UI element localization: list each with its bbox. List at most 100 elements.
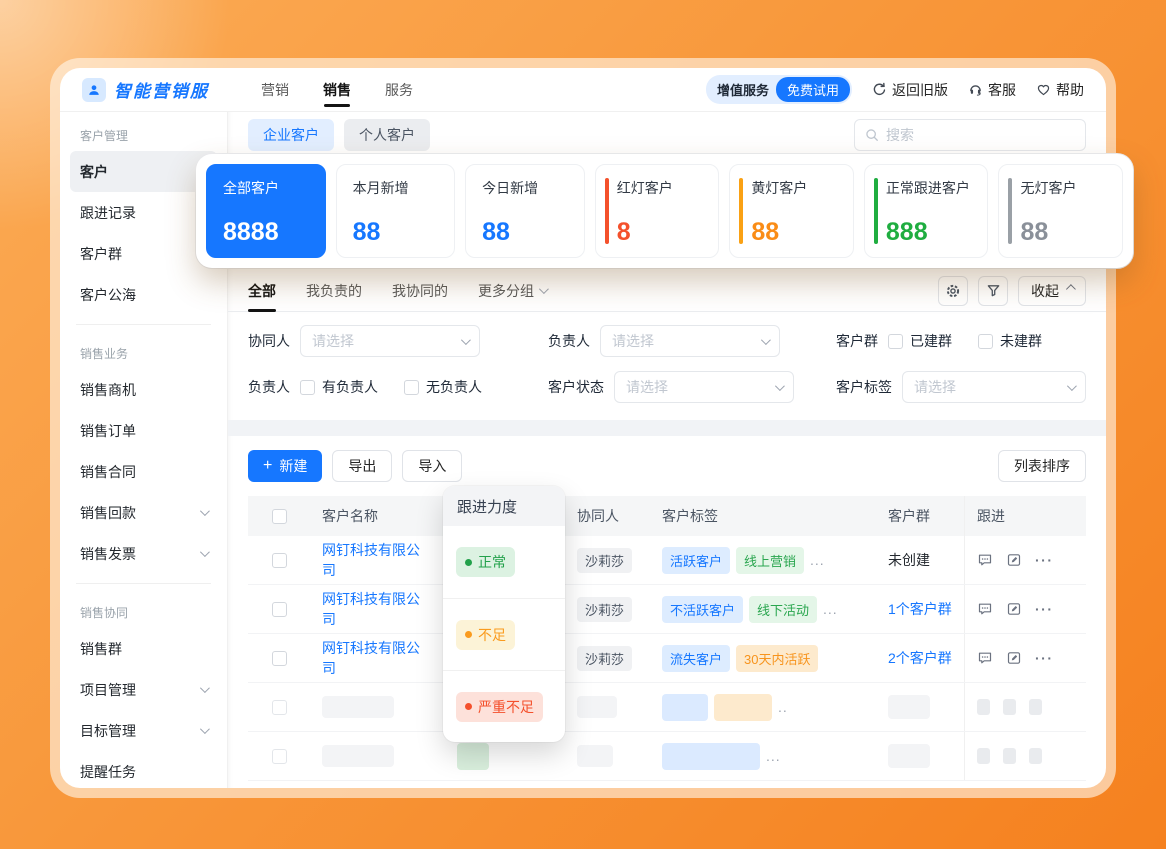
import-button[interactable]: 导入 — [402, 450, 462, 482]
group-link[interactable]: 2个客户群 — [888, 648, 952, 668]
group-tab-my-collab[interactable]: 我协同的 — [392, 270, 448, 312]
row-checkbox[interactable] — [272, 651, 287, 666]
sidebar-item-sales-contracts[interactable]: 销售合同 — [70, 451, 217, 492]
back-to-old-label: 返回旧版 — [892, 80, 948, 100]
owner-check-filter-label: 负责人 — [248, 377, 290, 397]
group-tab-all[interactable]: 全部 — [248, 270, 276, 312]
sidebar-item-customer-groups[interactable]: 客户群 — [70, 233, 217, 274]
row-checkbox[interactable] — [272, 700, 287, 715]
value-added-service-pill[interactable]: 增值服务 免费试用 — [706, 75, 852, 104]
skeleton-block — [662, 743, 760, 770]
row-checkbox[interactable] — [272, 553, 287, 568]
sidebar-item-sales-orders[interactable]: 销售订单 — [70, 410, 217, 451]
stat-card-new-today[interactable]: 今日新增 88 — [465, 164, 585, 258]
settings-button[interactable] — [938, 276, 968, 306]
row-checkbox[interactable] — [272, 602, 287, 617]
list-sort-button[interactable]: 列表排序 — [998, 450, 1086, 482]
sidebar-item-project-mgmt[interactable]: 项目管理 — [70, 669, 217, 710]
comment-icon[interactable] — [977, 552, 993, 568]
sidebar-item-goal-mgmt[interactable]: 目标管理 — [70, 710, 217, 751]
topbar: 智能营销服 营销 销售 服务 增值服务 免费试用 返回旧版 客服 帮助 — [60, 68, 1106, 112]
skeleton-icon — [977, 748, 990, 764]
sidebar-item-customer-pool[interactable]: 客户公海 — [70, 274, 217, 315]
filter-button[interactable] — [978, 276, 1008, 306]
tab-personal-customers[interactable]: 个人客户 — [344, 119, 430, 151]
customer-name-link[interactable]: 网钉科技有限公司 — [322, 638, 433, 678]
stat-card-normal-followup[interactable]: 正常跟进客户 888 — [864, 164, 989, 258]
chevron-down-icon — [200, 506, 210, 516]
back-to-old-version-button[interactable]: 返回旧版 — [872, 80, 948, 100]
group-link[interactable]: 1个客户群 — [888, 599, 952, 619]
nav-marketing[interactable]: 营销 — [261, 68, 289, 112]
collapse-button[interactable]: 收起 — [1018, 276, 1086, 306]
effort-option-severely-insufficient[interactable]: 严重不足 — [443, 670, 565, 742]
stat-card-new-this-month[interactable]: 本月新增 88 — [336, 164, 456, 258]
user-avatar-icon — [82, 78, 106, 102]
edit-note-icon[interactable] — [1006, 601, 1022, 617]
sidebar-item-sales-invoices[interactable]: 销售发票 — [70, 533, 217, 574]
tab-enterprise-customers[interactable]: 企业客户 — [248, 119, 334, 151]
stat-card-yellow-light[interactable]: 黄灯客户 88 — [729, 164, 854, 258]
chevron-down-icon — [775, 381, 785, 391]
customer-name-link[interactable]: 网钉科技有限公司 — [322, 589, 433, 629]
customer-service-button[interactable]: 客服 — [968, 80, 1016, 100]
sidebar-item-followup-records[interactable]: 跟进记录 — [70, 192, 217, 233]
row-more-button[interactable]: ··· — [1035, 601, 1054, 617]
nav-service[interactable]: 服务 — [385, 68, 413, 112]
comment-icon[interactable] — [977, 650, 993, 666]
tag-select[interactable]: 请选择 — [902, 371, 1086, 403]
row-checkbox[interactable] — [272, 749, 287, 764]
table-row-skeleton: ... — [248, 732, 1086, 781]
search-box[interactable] — [854, 119, 1086, 151]
app-logo: 智能营销服 — [82, 77, 209, 102]
topbar-actions: 增值服务 免费试用 返回旧版 客服 帮助 — [706, 75, 1084, 104]
sidebar-item-sales-payments[interactable]: 销售回款 — [70, 492, 217, 533]
checkbox-has-owner[interactable]: 有负责人 — [300, 377, 378, 397]
customer-tag: 不活跃客户 — [662, 596, 743, 623]
stat-card-no-light[interactable]: 无灯客户 88 — [998, 164, 1123, 258]
create-button[interactable]: + 新建 — [248, 450, 322, 482]
sidebar-item-customers[interactable]: 客户 — [70, 151, 217, 192]
skeleton-block — [888, 695, 930, 719]
edit-note-icon[interactable] — [1006, 650, 1022, 666]
sidebar-item-sales-group[interactable]: 销售群 — [70, 628, 217, 669]
checkbox-group-not-created[interactable]: 未建群 — [978, 331, 1042, 351]
customer-service-label: 客服 — [988, 80, 1016, 100]
owner-select[interactable]: 请选择 — [600, 325, 780, 357]
select-all-checkbox[interactable] — [272, 509, 287, 524]
skeleton-icon — [1003, 748, 1016, 764]
checkbox-group-created[interactable]: 已建群 — [888, 331, 952, 351]
row-more-button[interactable]: ··· — [1035, 552, 1054, 568]
skeleton-block — [888, 744, 930, 768]
sidebar-section-sales-business: 销售业务 — [60, 334, 227, 369]
effort-option-normal[interactable]: 正常 — [443, 526, 565, 598]
free-trial-button[interactable]: 免费试用 — [776, 77, 850, 102]
group-tab-my-owned[interactable]: 我负责的 — [306, 270, 362, 312]
group-tab-more-groups[interactable]: 更多分组 — [478, 270, 546, 312]
checkbox-no-owner[interactable]: 无负责人 — [404, 377, 482, 397]
nav-sales[interactable]: 销售 — [323, 68, 351, 112]
customer-name-link[interactable]: 网钉科技有限公司 — [322, 540, 433, 580]
skeleton-icon — [977, 699, 990, 715]
search-input[interactable] — [886, 127, 1075, 143]
skeleton-icon — [1003, 699, 1016, 715]
row-more-button[interactable]: ··· — [1035, 650, 1054, 666]
stat-card-red-light[interactable]: 红灯客户 8 — [595, 164, 720, 258]
export-button[interactable]: 导出 — [332, 450, 392, 482]
customer-table: 客户名称 协同人 客户标签 客户群 跟进 网钉科技有限公司 — [248, 496, 1086, 781]
skeleton-block — [577, 696, 617, 718]
table-row: 网钉科技有限公司 沙莉莎 活跃客户 线上营销 ... 未创建 — [248, 536, 1086, 585]
owner-filter-label: 负责人 — [548, 331, 590, 351]
stat-card-all-customers[interactable]: 全部客户 8888 — [206, 164, 326, 258]
effort-option-insufficient[interactable]: 不足 — [443, 598, 565, 670]
edit-note-icon[interactable] — [1006, 552, 1022, 568]
customer-tag: 流失客户 — [662, 645, 730, 672]
collaborator-select[interactable]: 请选择 — [300, 325, 480, 357]
sidebar-item-sales-opportunities[interactable]: 销售商机 — [70, 369, 217, 410]
status-select[interactable]: 请选择 — [614, 371, 794, 403]
app-title: 智能营销服 — [114, 77, 209, 102]
section-divider-band — [228, 420, 1106, 436]
help-button[interactable]: 帮助 — [1036, 80, 1084, 100]
sidebar-item-reminder-tasks[interactable]: 提醒任务 — [70, 751, 217, 788]
comment-icon[interactable] — [977, 601, 993, 617]
